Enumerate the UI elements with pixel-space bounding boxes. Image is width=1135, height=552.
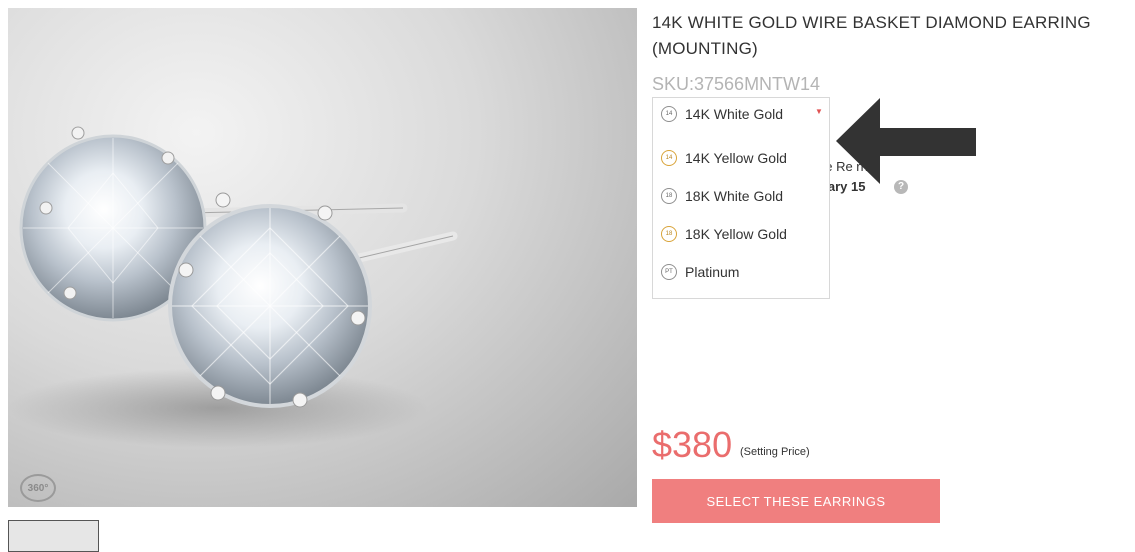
product-image[interactable]: 360° [8, 8, 637, 507]
metal-option[interactable]: PT Platinum [661, 264, 739, 280]
select-earrings-button[interactable]: SELECT THESE EARRINGS [652, 479, 940, 523]
metal-option-label: Platinum [685, 264, 740, 280]
metal-option[interactable]: 18 18K Yellow Gold [661, 226, 787, 242]
metal-option-label: 18K White Gold [685, 188, 784, 204]
metal-selected-label: 14K White Gold [685, 106, 784, 122]
metal-option-label: 18K Yellow Gold [685, 226, 787, 242]
metal-option[interactable]: 14 14K Yellow Gold [661, 150, 787, 166]
metal-badge-icon: 14 [661, 106, 677, 122]
thumbnail-image[interactable] [8, 520, 99, 552]
earrings-illustration [8, 126, 458, 448]
metal-badge-icon: 18 [661, 226, 677, 242]
chevron-down-icon[interactable]: ▼ [815, 107, 823, 116]
metal-badge-icon: 18 [661, 188, 677, 204]
price-note: (Setting Price) [740, 446, 810, 458]
metal-badge-icon: PT [661, 264, 677, 280]
metal-option[interactable]: 18 18K White Gold [661, 188, 783, 204]
metal-badge-icon: 14 [661, 150, 677, 166]
rotate-360-label: 360° [27, 482, 49, 494]
product-title: 14K WHITE GOLD WIRE BASKET DIAMOND EARRI… [652, 13, 1091, 58]
product-price: $380 [652, 424, 733, 465]
arrow-left-icon [836, 98, 976, 184]
metal-option-label: 14K Yellow Gold [685, 150, 787, 166]
product-sku: SKU:37566MNTW14 [652, 74, 821, 94]
metal-selected-value[interactable]: 14 14K White Gold [661, 106, 783, 122]
metal-dropdown[interactable]: 14 14K White Gold ▼ 14 14K Yellow Gold 1… [652, 97, 830, 299]
rotate-360-icon[interactable]: 360° [20, 474, 56, 502]
